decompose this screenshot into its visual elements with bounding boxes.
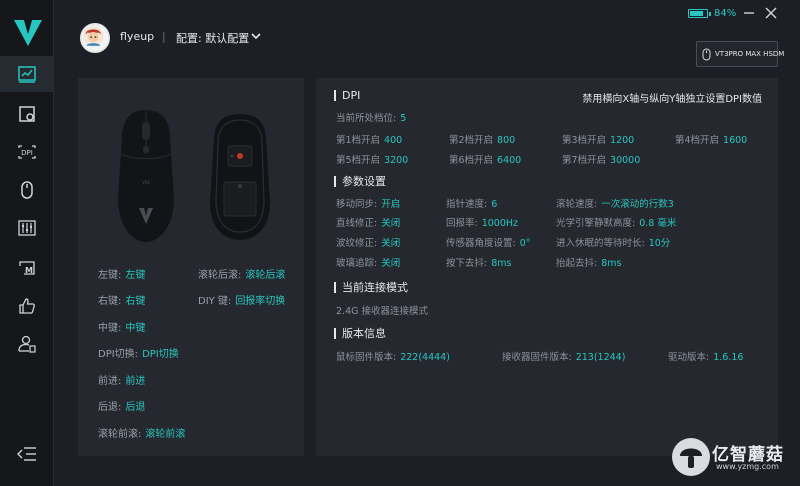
close-icon[interactable] [764,6,778,20]
settings-info-panel: DPI 禁用横向X轴与纵向Y轴独立设置DPI数值 当前所处档位: 5 第1档开启 4… [316,78,778,456]
svg-text:M: M [25,266,33,275]
sidebar-item-dpi[interactable]: DPI [0,134,54,170]
mapping-back[interactable]: 后退: 后退 [98,398,145,413]
sidebar-item-macro[interactable]: M [0,250,54,286]
receiver-firmware-version: 接收器固件版本: 213(1244) [502,352,626,363]
version-section-title: 版本信息 [334,328,386,339]
param-release-debounce: 抬起去抖: 8ms [556,258,622,269]
mouse-icon [702,48,711,60]
sidebar-item-overview[interactable] [0,56,54,92]
device-name: VT3PRO MAX HSDM [715,50,785,58]
mapping-middle-click[interactable]: 中键: 中键 [98,319,145,334]
chart-icon [18,66,36,83]
param-lift-off-distance: 光学引擎静默高度: 0.8 毫米 [556,218,677,229]
device-selector[interactable]: VT3PRO MAX HSDM [696,41,784,67]
mapping-right-click[interactable]: 右键: 右键 [98,292,145,307]
mapping-diy-key[interactable]: DIY 键: 回报率切换 [198,292,285,307]
connection-mode: 2.4G 接收器连接模式 [336,306,428,317]
mapping-scroll-down[interactable]: 滚轮后滚: 滚轮后滚 [198,266,285,281]
mouse-bottom-view-image [210,114,270,240]
param-motion-sync: 移动同步: 开启 [336,199,401,210]
sidebar-item-macro-settings[interactable] [0,96,54,132]
sidebar-item-equalizer[interactable] [0,210,54,246]
collapse-menu-icon[interactable] [16,444,38,464]
battery-level [690,11,704,16]
mapping-forward[interactable]: 前进: 前进 [98,372,145,387]
mapping-left-click[interactable]: 左键: 左键 [98,266,145,281]
avatar[interactable] [80,23,110,53]
header-separator: | [162,30,166,43]
chevron-down-icon[interactable] [250,31,262,41]
params-section-title: 参数设置 [334,176,386,187]
sidebar-item-favorites[interactable] [0,288,54,324]
button-mapping-panel: VXE 左键: 左键 右键: 右键 中键: 中键 DPI切换: DPI切换 前进: 前进 … [78,78,304,456]
param-press-debounce: 按下去抖: 8ms [446,258,512,269]
sidebar-item-mouse[interactable] [0,172,54,208]
param-pointer-speed: 指针速度: 6 [446,199,498,210]
param-sleep-timeout: 进入休眠的等待时长: 10分 [556,238,671,249]
param-glass-tracking: 玻璃追踪: 关闭 [336,258,401,269]
minimize-icon[interactable] [742,6,756,20]
dpi-icon: DPI [18,145,36,159]
dpi-level-6: 第6档开启 6400 [449,155,522,166]
equalizer-icon [18,220,36,236]
dpi-level-1: 第1档开启 400 [336,135,403,146]
username: flyeup [120,30,155,43]
dpi-level-2: 第2档开启 800 [449,135,516,146]
param-scroll-speed: 滚轮速度: 一次滚动的行数3 [556,199,674,210]
top-bar: flyeup | 配置: 默认配置 84% VT3PRO MAX HSDM [54,0,800,70]
param-polling-rate: 回报率: 1000Hz [446,218,519,229]
mapping-scroll-up[interactable]: 滚轮前滚: 滚轮前滚 [98,425,185,440]
dpi-section-title: DPI [334,90,360,101]
dpi-xy-note: 禁用横向X轴与纵向Y轴独立设置DPI数值 [582,94,762,105]
macro-m-icon: M [19,261,35,275]
param-sensor-angle: 传感器角度设置: 0° [446,238,531,249]
connection-section-title: 当前连接模式 [334,282,408,293]
profile-selector[interactable]: 配置: 默认配置 [176,30,249,46]
dpi-level-7: 第7档开启 30000 [562,155,641,166]
param-angle-snapping: 直线修正: 关闭 [336,218,401,229]
battery-icon [688,9,708,18]
dpi-level-5: 第5档开启 3200 [336,155,409,166]
user-settings-icon [18,335,36,353]
sidebar-item-user-settings[interactable] [0,326,54,362]
mouse-icon [21,181,33,199]
sidebar: DPI M [0,0,54,486]
macro-settings-icon [19,106,35,122]
current-dpi-level: 当前所处档位: 5 [336,113,407,124]
dpi-level-3: 第3档开启 1200 [562,135,635,146]
svg-text:DPI: DPI [21,149,33,157]
watermark-logo-icon [672,438,710,476]
mouse-firmware-version: 鼠标固件版本: 222(4444) [336,352,450,363]
dpi-level-4: 第4档开启 1600 [675,135,748,146]
avatar-illustration-icon [82,25,104,47]
brand-logo-icon [14,20,42,46]
svg-text:VXE: VXE [142,180,150,185]
battery-percent: 84% [714,8,737,19]
driver-version: 驱动版本: 1.6.16 [668,352,744,363]
mapping-dpi-switch[interactable]: DPI切换: DPI切换 [98,345,179,360]
param-ripple-control: 波纹修正: 关闭 [336,238,401,249]
mouse-top-view-image: VXE [118,110,174,242]
watermark-url: www.yzmg.com [716,462,779,471]
thumbs-up-icon [19,298,35,314]
